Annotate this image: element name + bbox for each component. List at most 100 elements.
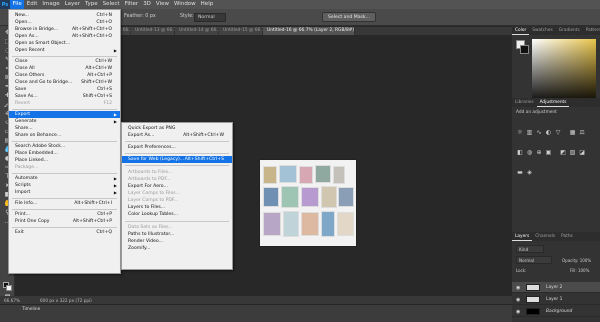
exposure-icon[interactable]: ◐	[545, 129, 553, 136]
threshold-icon[interactable]: ◪	[578, 149, 586, 156]
visibility-eye-icon[interactable]: ◉	[516, 297, 520, 303]
menu-item-search-stock[interactable]: Search Adobe Stock...	[9, 143, 120, 150]
menu-window[interactable]: Window	[171, 0, 198, 9]
vibrance-icon[interactable]: ▽	[554, 129, 562, 136]
color-picker-field[interactable]	[532, 39, 596, 105]
tab-libraries[interactable]: Libraries	[512, 98, 537, 107]
menu-item-new[interactable]: New... Ctrl+N	[9, 12, 120, 19]
invert-icon[interactable]: ◩	[559, 149, 567, 156]
tab-layers[interactable]: Layers	[512, 232, 533, 241]
menu-item-close[interactable]: Close Ctrl+W	[9, 58, 120, 65]
tab-channels[interactable]: Channels	[532, 232, 558, 241]
menu-item-export-aero[interactable]: Export For Aero...	[122, 183, 232, 190]
layer-name: Layer 2	[546, 285, 563, 290]
selective-color-icon[interactable]: ◈	[526, 169, 534, 176]
menu-item-render-video[interactable]: Render Video...	[122, 238, 232, 245]
select-and-mask-button[interactable]: Select and Mask...	[322, 12, 376, 22]
visibility-eye-icon[interactable]: ◉	[516, 309, 520, 315]
menu-item-close-go-bridge[interactable]: Close and Go to Bridge... Shift+Ctrl+W	[9, 79, 120, 86]
tab-untitled-15[interactable]: Untitled-15 @ 66.7%	[219, 27, 269, 35]
tab-color[interactable]: Color	[512, 26, 530, 35]
opacity-field[interactable]: Opacity: 100%	[562, 258, 591, 263]
menu-item-open[interactable]: Open... Ctrl+O	[9, 19, 120, 26]
menu-item-share-behance[interactable]: Share on Behance...	[9, 132, 120, 139]
layer-thumbnail	[526, 308, 540, 315]
menu-item-export[interactable]: Export ▶	[9, 111, 120, 118]
menu-item-save[interactable]: Save Ctrl+S	[9, 86, 120, 93]
menu-type[interactable]: Type	[82, 0, 100, 9]
layer-row[interactable]: ◉ Layer 1	[512, 294, 600, 305]
menu-image[interactable]: Image	[40, 0, 62, 9]
menu-item-automate[interactable]: Automate ▶	[9, 175, 120, 182]
menu-item-print[interactable]: Print... Ctrl+P	[9, 211, 120, 218]
black-white-icon[interactable]: ◧	[516, 149, 524, 156]
color-lookup-icon[interactable]: ▣	[545, 149, 553, 156]
menu-item-save-as[interactable]: Save As... Shift+Ctrl+S	[9, 93, 120, 100]
menu-item-export-preferences[interactable]: Export Preferences...	[122, 144, 232, 151]
brightness-icon[interactable]: ☼	[516, 129, 524, 136]
adjustment-label: Add an adjustment	[516, 110, 557, 115]
document-canvas[interactable]	[259, 159, 357, 247]
menu-item-import[interactable]: Import ▶	[9, 189, 120, 196]
hue-saturation-icon[interactable]: ▦	[569, 129, 577, 136]
menu-item-share[interactable]: Share...	[9, 125, 120, 132]
style-select[interactable]: Normal	[194, 13, 226, 22]
menu-item-exit[interactable]: Exit Ctrl+Q	[9, 229, 120, 236]
tab-adjustments[interactable]: Adjustments	[536, 98, 570, 107]
layer-row[interactable]: ◉ Layer 2	[512, 282, 600, 293]
collage-image	[301, 212, 319, 236]
layer-thumbnail	[526, 284, 540, 291]
menu-item-zoomify[interactable]: Zoomify...	[122, 245, 232, 252]
menu-item-scripts[interactable]: Scripts ▶	[9, 182, 120, 189]
menu-item-open-recent[interactable]: Open Recent ▶	[9, 47, 120, 54]
color-balance-icon[interactable]: ⚖	[578, 129, 586, 136]
menu-item-place-linked[interactable]: Place Linked...	[9, 157, 120, 164]
background-color-chip[interactable]	[520, 45, 529, 54]
menu-item-quick-export-png[interactable]: Quick Export as PNG	[122, 125, 232, 132]
tab-untitled-14[interactable]: Untitled-14 @ 66.7%	[175, 27, 225, 35]
zoom-level[interactable]: 66.67%	[4, 298, 20, 303]
right-panels: Color Swatches Gradients Patterns Librar…	[512, 26, 600, 322]
background-color-swatch[interactable]	[6, 285, 12, 291]
blend-mode-select[interactable]: Normal	[516, 256, 552, 264]
gradient-map-icon[interactable]: ▬	[516, 169, 524, 176]
tab-swatches[interactable]: Swatches	[529, 26, 556, 35]
menu-item-close-all[interactable]: Close All Alt+Ctrl+W	[9, 65, 120, 72]
menu-item-browse-bridge[interactable]: Browse in Bridge... Alt+Shift+Ctrl+O	[9, 26, 120, 33]
menu-file[interactable]: File	[10, 0, 25, 9]
menu-item-color-lookup[interactable]: Color Lookup Tables...	[122, 211, 232, 218]
posterize-icon[interactable]: ▨	[569, 149, 577, 156]
tab-paths[interactable]: Paths	[558, 232, 576, 241]
tab-untitled-13[interactable]: Untitled-13 @ 66.7%	[131, 27, 181, 35]
menu-item-open-as[interactable]: Open As... Alt+Shift+Ctrl+O	[9, 33, 120, 40]
timeline-title[interactable]: Timeline	[22, 307, 40, 312]
menu-view[interactable]: View	[153, 0, 171, 9]
menu-item-close-others[interactable]: Close Others Alt+Ctrl+P	[9, 72, 120, 79]
menu-item-place-embedded[interactable]: Place Embedded...	[9, 150, 120, 157]
menu-item-save-for-web[interactable]: Save for Web (Legacy)... Alt+Shift+Ctrl+S	[122, 156, 232, 163]
curves-icon[interactable]: ∿	[535, 129, 543, 136]
fill-field[interactable]: Fill: 100%	[570, 268, 589, 273]
menu-item-export-as[interactable]: Export As... Alt+Shift+Ctrl+W	[122, 132, 232, 139]
tab-gradients[interactable]: Gradients	[556, 26, 583, 35]
layer-filter-kind[interactable]: Kind	[516, 245, 544, 253]
menu-3d[interactable]: 3D	[141, 0, 154, 9]
menu-filter[interactable]: Filter	[122, 0, 141, 9]
photo-filter-icon[interactable]: ◍	[526, 149, 534, 156]
menu-item-open-smart-object[interactable]: Open as Smart Object...	[9, 40, 120, 47]
channel-mixer-icon[interactable]: ⊕	[535, 149, 543, 156]
menu-help[interactable]: Help	[198, 0, 216, 9]
menu-item-file-info[interactable]: File Info... Alt+Shift+Ctrl+I	[9, 200, 120, 207]
menu-item-layers-to-files[interactable]: Layers to Files...	[122, 204, 232, 211]
layer-row[interactable]: ◉ Background	[512, 306, 600, 317]
visibility-eye-icon[interactable]: ◉	[516, 285, 520, 291]
tab-patterns[interactable]: Patterns	[583, 26, 600, 35]
menu-item-generate[interactable]: Generate ▶	[9, 118, 120, 125]
menu-item-paths-illustrator[interactable]: Paths to Illustrator...	[122, 231, 232, 238]
menu-edit[interactable]: Edit	[24, 0, 40, 9]
menu-select[interactable]: Select	[100, 0, 122, 9]
menu-layer[interactable]: Layer	[62, 0, 82, 9]
menu-item-print-one-copy[interactable]: Print One Copy Alt+Shift+Ctrl+P	[9, 218, 120, 225]
tab-untitled-16[interactable]: Untitled-16 @ 66.7% (Layer 2, RGB/8#)	[263, 27, 355, 35]
levels-icon[interactable]: ▥	[526, 129, 534, 136]
